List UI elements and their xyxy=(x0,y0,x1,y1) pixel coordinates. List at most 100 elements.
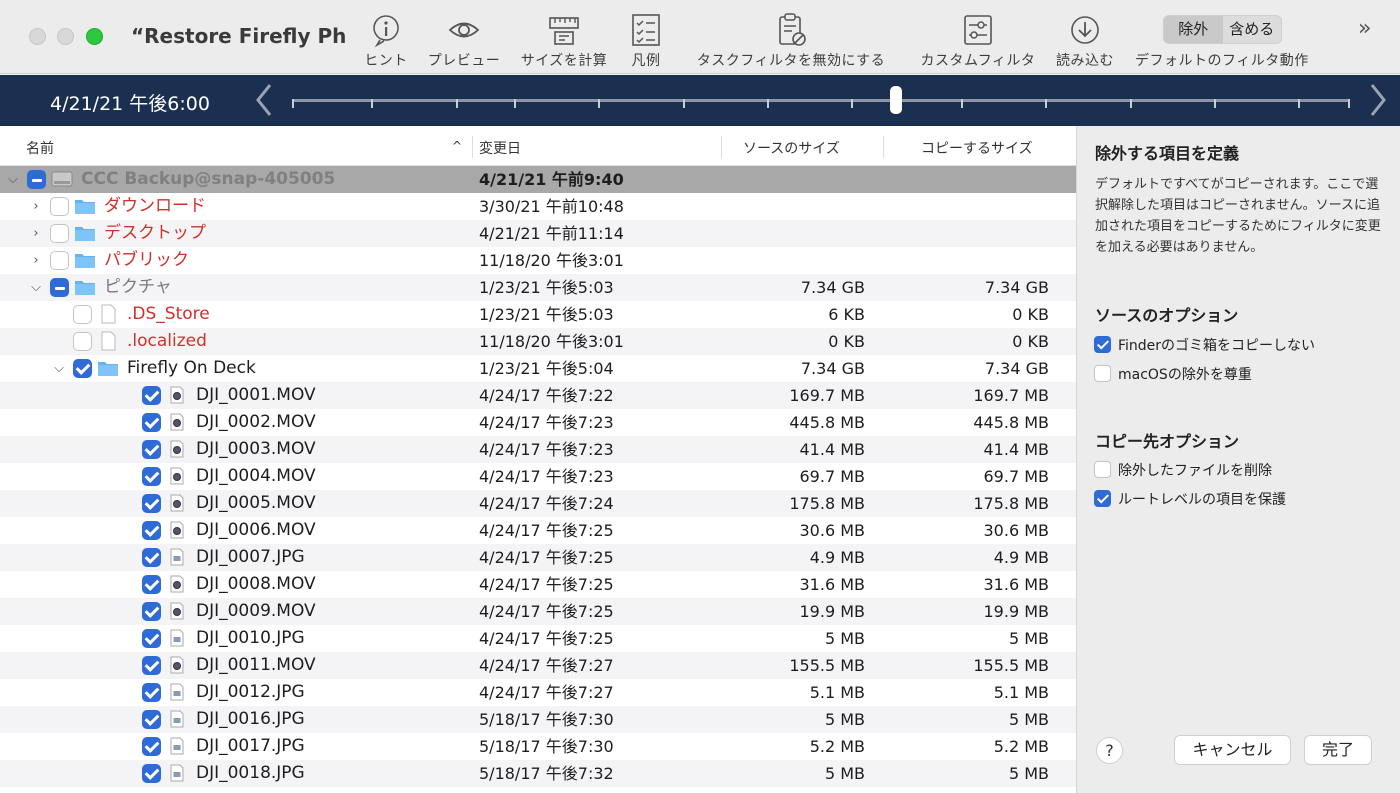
file-row[interactable]: DJI_0005.MOV 4/24/17 午後7:24 175.8 MB 175.8 … xyxy=(0,490,1076,517)
modified-date: 5/18/17 午後7:30 xyxy=(479,737,614,756)
include-checkbox[interactable] xyxy=(142,413,161,432)
include-checkbox[interactable] xyxy=(142,467,161,486)
include-checkbox[interactable] xyxy=(142,521,161,540)
copy-size-column-header[interactable]: コピーするサイズ xyxy=(921,138,1033,158)
include-checkbox[interactable] xyxy=(142,575,161,594)
file-row[interactable]: DJI_0012.JPG 4/24/17 午後7:27 5.1 MB 5.1 MB xyxy=(0,679,1076,706)
file-row[interactable]: DJI_0017.JPG 5/18/17 午後7:30 5.2 MB 5.2 MB xyxy=(0,733,1076,760)
help-button[interactable]: ? xyxy=(1096,737,1123,764)
file-name: DJI_0018.JPG xyxy=(196,763,305,783)
cancel-button[interactable]: キャンセル xyxy=(1174,735,1291,765)
chevron-down-icon[interactable]: ⌵ xyxy=(29,274,43,301)
include-segment[interactable]: 含める xyxy=(1223,16,1282,43)
include-checkbox[interactable] xyxy=(142,602,161,621)
download-icon xyxy=(1071,16,1099,44)
include-checkbox[interactable] xyxy=(73,305,92,324)
chevron-right-icon[interactable]: › xyxy=(29,220,43,247)
hint-icon xyxy=(373,15,399,48)
movie-file-icon xyxy=(166,520,188,540)
next-snapshot-arrow-icon[interactable] xyxy=(1367,81,1389,119)
file-row[interactable]: ⌵ ピクチャ 1/23/21 午後5:03 7.34 GB 7.34 GB xyxy=(0,274,1076,301)
protect-root-items-checkbox[interactable] xyxy=(1094,490,1111,507)
timeline-knob[interactable] xyxy=(890,86,902,114)
file-row[interactable]: DJI_0003.MOV 4/24/17 午後7:23 41.4 MB 41.4 MB xyxy=(0,436,1076,463)
file-row[interactable]: DJI_0011.MOV 4/24/17 午後7:27 155.5 MB 155.5 … xyxy=(0,652,1076,679)
timeline-tick xyxy=(1348,99,1350,108)
include-checkbox[interactable] xyxy=(142,710,161,729)
file-row[interactable]: DJI_0002.MOV 4/24/17 午後7:23 445.8 MB 445.8 … xyxy=(0,409,1076,436)
include-checkbox[interactable] xyxy=(50,251,69,270)
hint-button[interactable]: ヒント xyxy=(363,12,409,70)
file-name: DJI_0016.JPG xyxy=(196,709,305,729)
toolbar-overflow-button[interactable]: » xyxy=(1358,16,1371,41)
include-checkbox[interactable] xyxy=(142,548,161,567)
delete-excluded-files-option[interactable]: 除外したファイルを削除 xyxy=(1094,460,1374,480)
snapshot-date: 4/21/21 午後6:00 xyxy=(50,93,210,115)
include-checkbox[interactable] xyxy=(50,224,69,243)
file-row[interactable]: › ダウンロード 3/30/21 午前10:48 xyxy=(0,193,1076,220)
file-row[interactable]: .localized 11/18/20 午後3:01 0 KB 0 KB xyxy=(0,328,1076,355)
modified-column-header[interactable]: 変更日 xyxy=(479,138,521,158)
source-size: 7.34 GB xyxy=(800,278,865,297)
legend-button[interactable]: 凡例 xyxy=(626,12,666,70)
preview-button[interactable]: プレビュー xyxy=(426,12,502,70)
include-checkbox[interactable] xyxy=(50,278,69,297)
zoom-button[interactable] xyxy=(86,28,103,45)
file-row[interactable]: DJI_0006.MOV 4/24/17 午後7:25 30.6 MB 30.6 MB xyxy=(0,517,1076,544)
minimize-button[interactable] xyxy=(57,28,74,45)
file-row[interactable]: DJI_0009.MOV 4/24/17 午後7:25 19.9 MB 19.9 MB xyxy=(0,598,1076,625)
done-button[interactable]: 完了 xyxy=(1304,735,1372,765)
include-checkbox[interactable] xyxy=(142,683,161,702)
file-row[interactable]: .DS_Store 1/23/21 午後5:03 6 KB 0 KB xyxy=(0,301,1076,328)
timeline-tick xyxy=(961,99,963,108)
image-file-icon xyxy=(166,763,188,783)
file-row[interactable]: DJI_0016.JPG 5/18/17 午後7:30 5 MB 5 MB xyxy=(0,706,1076,733)
file-row[interactable]: DJI_0007.JPG 4/24/17 午後7:25 4.9 MB 4.9 MB xyxy=(0,544,1076,571)
include-checkbox[interactable] xyxy=(142,440,161,459)
chevron-down-icon[interactable]: ⌵ xyxy=(6,166,20,193)
source-size: 41.4 MB xyxy=(799,440,866,459)
file-row[interactable]: DJI_0008.MOV 4/24/17 午後7:25 31.6 MB 31.6 MB xyxy=(0,571,1076,598)
include-checkbox[interactable] xyxy=(142,764,161,783)
name-column-header[interactable]: 名前 xyxy=(26,138,54,158)
include-checkbox[interactable] xyxy=(50,197,69,216)
delete-excluded-files-checkbox[interactable] xyxy=(1094,461,1111,478)
include-checkbox[interactable] xyxy=(142,494,161,513)
include-checkbox[interactable] xyxy=(73,359,92,378)
custom-filter-button[interactable]: カスタムフィルタ xyxy=(918,12,1038,70)
file-row[interactable]: › デスクトップ 4/21/21 午前11:14 xyxy=(0,220,1076,247)
file-row[interactable]: › パブリック 11/18/20 午後3:01 xyxy=(0,247,1076,274)
file-row[interactable]: DJI_0010.JPG 4/24/17 午後7:25 5 MB 5 MB xyxy=(0,625,1076,652)
skip-finder-trash-option[interactable]: Finderのゴミ箱をコピーしない xyxy=(1094,335,1374,355)
file-name: CCC Backup@snap-405005 xyxy=(81,169,336,189)
chevron-right-icon[interactable]: › xyxy=(29,193,43,220)
volume-row[interactable]: ⌵ CCC Backup@snap-405005 4/21/21 午前9:40 xyxy=(0,166,1076,193)
respect-macos-exclusions-option[interactable]: macOSの除外を尊重 xyxy=(1094,364,1374,384)
file-row[interactable]: ⌵ Firefly On Deck 1/23/21 午後5:04 7.34 GB 7.3… xyxy=(0,355,1076,382)
close-button[interactable] xyxy=(29,28,46,45)
include-checkbox[interactable] xyxy=(142,656,161,675)
include-checkbox[interactable] xyxy=(142,737,161,756)
source-size: 5 MB xyxy=(824,710,865,729)
movie-file-icon xyxy=(166,385,188,405)
chevron-down-icon[interactable]: ⌵ xyxy=(52,355,66,382)
file-row[interactable]: DJI_0018.JPG 5/18/17 午後7:32 5 MB 5 MB xyxy=(0,760,1076,787)
calculate-size-button[interactable]: サイズを計算 xyxy=(518,12,610,70)
include-checkbox[interactable] xyxy=(142,386,161,405)
timeline-tick xyxy=(371,99,373,108)
source-size-column-header[interactable]: ソースのサイズ xyxy=(743,138,840,158)
chevron-right-icon[interactable]: › xyxy=(29,247,43,274)
import-button[interactable]: 読み込む xyxy=(1055,12,1115,70)
skip-finder-trash-checkbox[interactable] xyxy=(1094,336,1111,353)
timeline-track[interactable] xyxy=(292,99,1350,108)
file-row[interactable]: DJI_0004.MOV 4/24/17 午後7:23 69.7 MB 69.7 MB xyxy=(0,463,1076,490)
include-checkbox[interactable] xyxy=(27,170,46,189)
include-checkbox[interactable] xyxy=(73,332,92,351)
protect-root-items-option[interactable]: ルートレベルの項目を保護 xyxy=(1094,489,1374,509)
respect-macos-exclusions-checkbox[interactable] xyxy=(1094,365,1111,382)
disable-task-filter-button[interactable]: タスクフィルタを無効にする xyxy=(696,12,886,70)
file-row[interactable]: DJI_0001.MOV 4/24/17 午後7:22 169.7 MB 169.7 … xyxy=(0,382,1076,409)
previous-snapshot-arrow-icon[interactable] xyxy=(253,81,275,119)
exclude-segment[interactable]: 除外 xyxy=(1164,16,1223,43)
include-checkbox[interactable] xyxy=(142,629,161,648)
